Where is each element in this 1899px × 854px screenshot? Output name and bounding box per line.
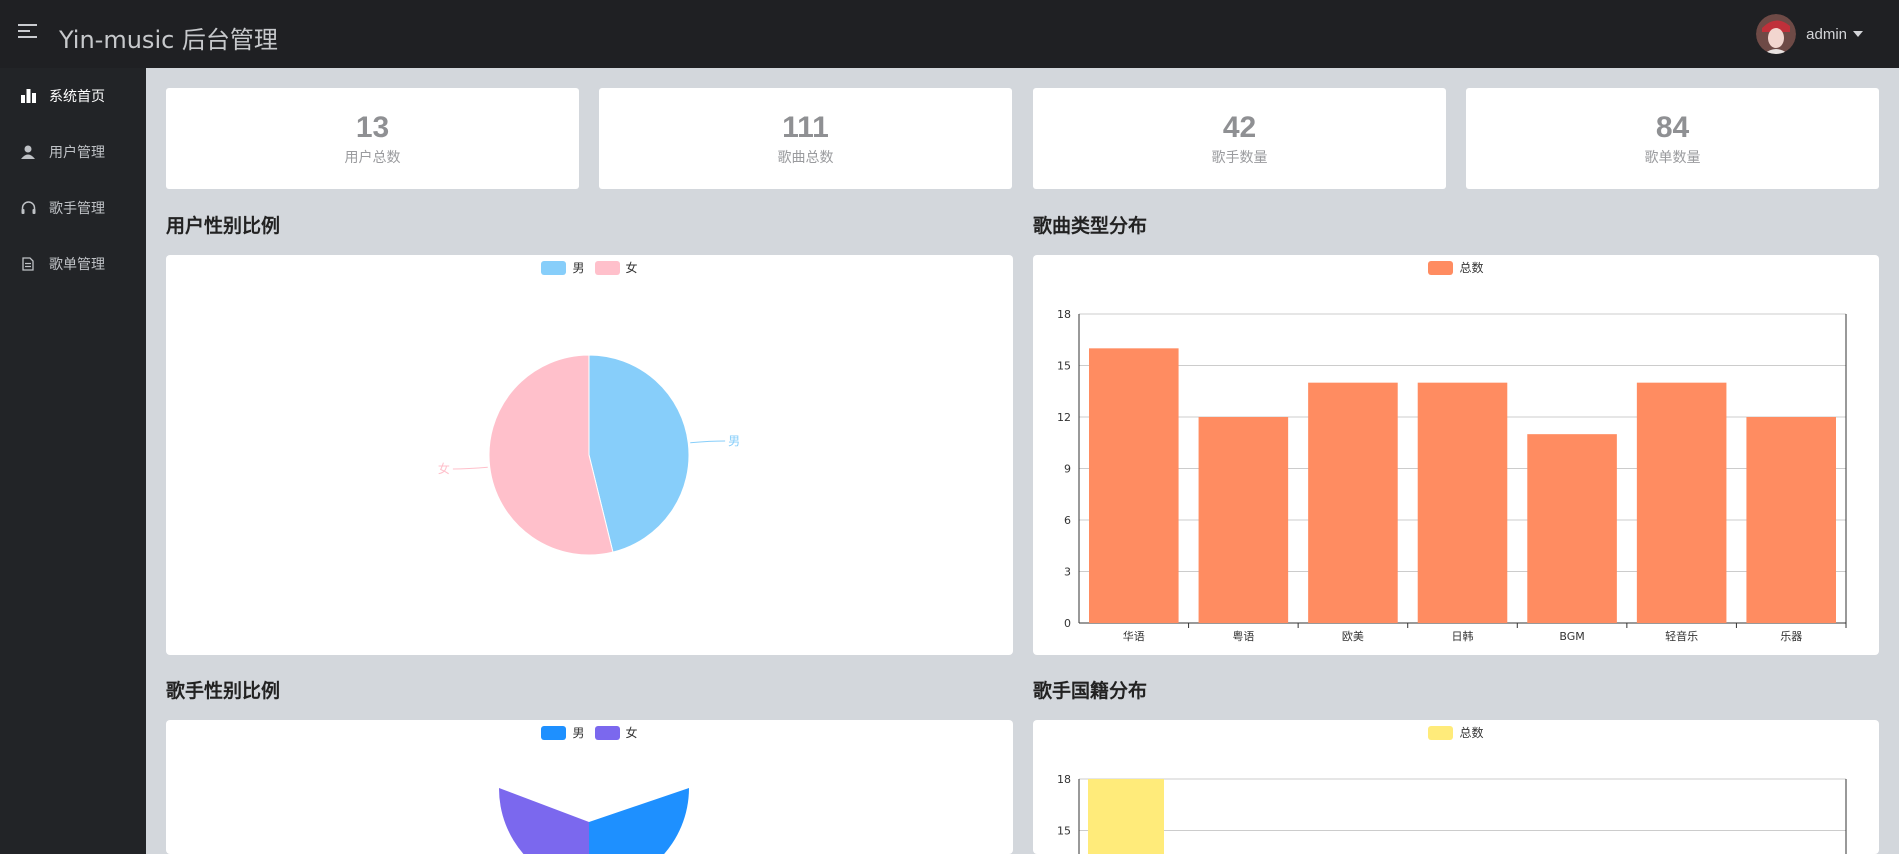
legend-swatch bbox=[1428, 725, 1454, 740]
bar[interactable] bbox=[1088, 779, 1164, 854]
headphones-icon bbox=[20, 200, 36, 216]
x-tick-label: 粤语 bbox=[1232, 629, 1254, 643]
y-tick-label: 18 bbox=[1057, 308, 1071, 321]
pie-label: 女 bbox=[438, 461, 450, 476]
pie-label-line bbox=[690, 440, 726, 444]
chart-legend: 男 女 bbox=[166, 259, 1013, 276]
x-tick-label: BGM bbox=[1559, 630, 1584, 643]
sidebar-item-users[interactable]: 用户管理 bbox=[0, 124, 146, 180]
bar-chart-icon bbox=[20, 88, 36, 104]
stat-label: 歌曲总数 bbox=[777, 149, 834, 165]
y-tick-label: 9 bbox=[1064, 463, 1071, 476]
user-icon bbox=[20, 144, 36, 160]
pie-slice-male bbox=[589, 788, 689, 854]
user-gender-title: 用户性别比例 bbox=[166, 216, 281, 237]
stat-card-singers: 42 歌手数量 bbox=[1033, 88, 1446, 189]
legend-label: 女 bbox=[625, 726, 638, 740]
legend-label: 男 bbox=[572, 261, 585, 275]
top-bar: Yin-music 后台管理 admin bbox=[0, 0, 1899, 68]
stat-card-playlists: 84 歌单数量 bbox=[1466, 88, 1879, 189]
legend-item[interactable]: 男 bbox=[541, 724, 585, 741]
legend-item[interactable]: 女 bbox=[594, 724, 638, 741]
legend-item[interactable]: 男 bbox=[541, 259, 585, 276]
singer-country-title: 歌手国籍分布 bbox=[1033, 681, 1148, 702]
chart-legend: 总数 bbox=[1033, 259, 1879, 276]
app-title: Yin-music 后台管理 bbox=[59, 26, 278, 54]
bar[interactable] bbox=[1527, 434, 1617, 623]
document-icon bbox=[20, 256, 36, 272]
legend-item[interactable]: 女 bbox=[594, 259, 638, 276]
chart-legend: 男 女 bbox=[166, 724, 1013, 741]
bar[interactable] bbox=[1308, 382, 1398, 623]
y-tick-label: 15 bbox=[1057, 360, 1071, 373]
bar[interactable] bbox=[1746, 417, 1836, 623]
user-gender-panel: 男 女 男女 bbox=[166, 255, 1013, 655]
singer-country-panel: 总数 15 18 bbox=[1033, 720, 1879, 854]
x-tick-label: 华语 bbox=[1123, 629, 1145, 643]
stat-value: 111 bbox=[782, 111, 829, 144]
sidebar-item-label: 用户管理 bbox=[49, 144, 105, 160]
chart-legend: 总数 bbox=[1033, 724, 1879, 741]
legend-swatch bbox=[594, 725, 620, 740]
pie-slice-female bbox=[498, 788, 589, 854]
sidebar-item-label: 歌单管理 bbox=[49, 256, 105, 272]
legend-label: 男 bbox=[572, 726, 585, 740]
y-tick-label: 0 bbox=[1064, 617, 1071, 630]
legend-label: 总数 bbox=[1459, 726, 1484, 740]
sidebar-item-label: 歌手管理 bbox=[49, 200, 105, 216]
bar[interactable] bbox=[1089, 348, 1179, 623]
stat-label: 歌手数量 bbox=[1211, 149, 1268, 165]
stat-value: 42 bbox=[1222, 111, 1257, 144]
sidebar-item-singers[interactable]: 歌手管理 bbox=[0, 180, 146, 236]
stat-card-songs: 111 歌曲总数 bbox=[599, 88, 1012, 189]
pie-label-line bbox=[452, 466, 488, 470]
stat-label: 用户总数 bbox=[344, 149, 401, 165]
legend-label: 总数 bbox=[1459, 261, 1484, 275]
sidebar-item-playlists[interactable]: 歌单管理 bbox=[0, 236, 146, 292]
song-type-panel: 总数 0 3 6 9 12 15 18 华语 粤语 欧美 日韩 BGM 轻音乐 乐器 bbox=[1033, 255, 1879, 655]
legend-swatch bbox=[594, 260, 620, 275]
singer-gender-panel: 男 女 bbox=[166, 720, 1013, 854]
sidebar-item-label: 系统首页 bbox=[49, 88, 105, 104]
y-tick-label: 6 bbox=[1064, 514, 1071, 527]
x-tick-label: 欧美 bbox=[1342, 630, 1364, 643]
song-type-title: 歌曲类型分布 bbox=[1033, 216, 1148, 237]
y-tick-label: 18 bbox=[1057, 773, 1071, 786]
legend-swatch bbox=[1428, 260, 1454, 275]
main-content: 13 用户总数 111 歌曲总数 42 歌手数量 84 歌单数量 用户性别比例 … bbox=[146, 68, 1899, 854]
caret-down-icon bbox=[1853, 31, 1863, 37]
legend-label: 女 bbox=[625, 261, 638, 275]
user-gender-pie-chart: 男女 bbox=[438, 354, 740, 556]
x-tick-label: 轻音乐 bbox=[1665, 629, 1698, 643]
bar[interactable] bbox=[1198, 417, 1289, 623]
stat-label: 歌单数量 bbox=[1644, 149, 1701, 165]
stat-value: 84 bbox=[1655, 111, 1690, 144]
avatar bbox=[1756, 14, 1797, 54]
legend-swatch bbox=[541, 260, 567, 275]
bar[interactable] bbox=[1417, 382, 1508, 623]
y-tick-label: 15 bbox=[1057, 825, 1071, 838]
legend-swatch bbox=[541, 725, 567, 740]
song-type-bar-chart: 0 3 6 9 12 15 18 华语 粤语 欧美 日韩 BGM 轻音乐 乐器 bbox=[1057, 308, 1847, 643]
menu-toggle-icon[interactable] bbox=[18, 24, 37, 42]
user-menu[interactable]: admin bbox=[1756, 13, 1863, 55]
singer-gender-title: 歌手性别比例 bbox=[166, 681, 281, 702]
sidebar-item-home[interactable]: 系统首页 bbox=[0, 68, 146, 124]
legend-item[interactable]: 总数 bbox=[1428, 724, 1484, 741]
sidebar: 系统首页 用户管理 歌手管理 歌单管理 bbox=[0, 68, 146, 854]
y-tick-label: 12 bbox=[1057, 411, 1071, 424]
x-tick-label: 乐器 bbox=[1780, 630, 1802, 643]
username: admin bbox=[1806, 25, 1847, 43]
pie-label: 男 bbox=[728, 434, 740, 448]
x-tick-label: 日韩 bbox=[1452, 629, 1474, 643]
y-tick-label: 3 bbox=[1064, 566, 1071, 579]
legend-item[interactable]: 总数 bbox=[1428, 259, 1484, 276]
stat-card-users: 13 用户总数 bbox=[166, 88, 579, 189]
stat-value: 13 bbox=[355, 111, 390, 144]
bar[interactable] bbox=[1636, 382, 1727, 623]
